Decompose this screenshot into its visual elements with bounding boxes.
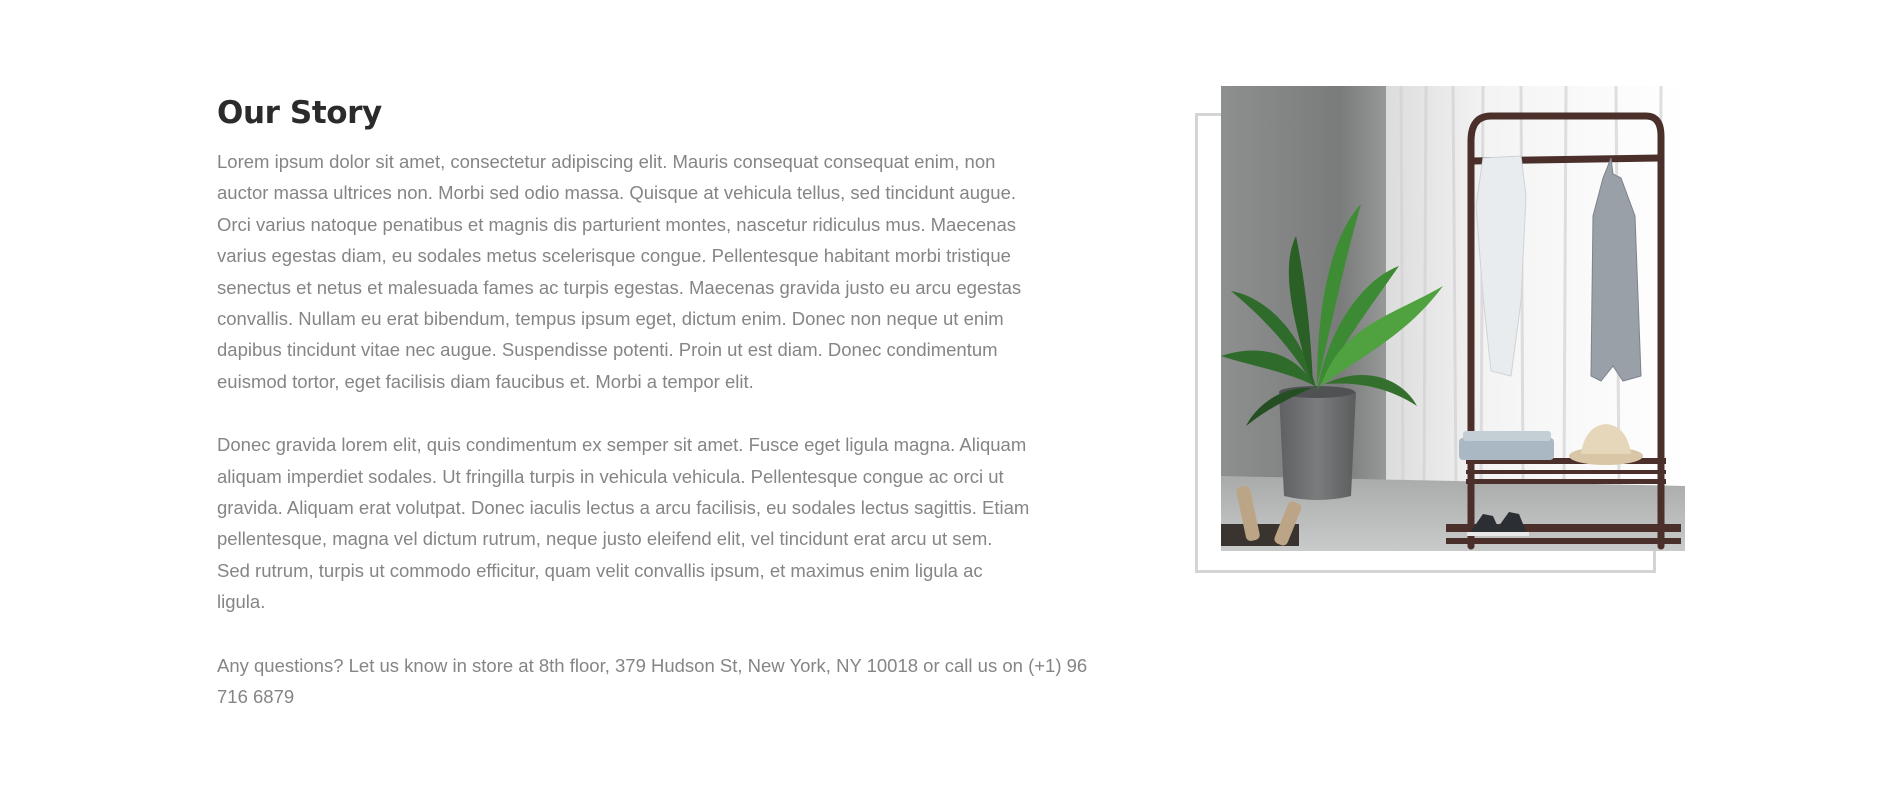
story-paragraph-2: Donec gravida lorem elit, quis condiment… [217,434,1030,613]
story-photo [1221,86,1685,551]
page-title: Our Story [217,95,382,131]
contact-paragraph: Any questions? Let us know in store at 8… [217,654,1088,708]
story-section: Our Story Lorem ipsum dolor sit amet, co… [217,88,1097,713]
story-paragraph-1: Lorem ipsum dolor sit amet, consectetur … [217,151,1022,392]
